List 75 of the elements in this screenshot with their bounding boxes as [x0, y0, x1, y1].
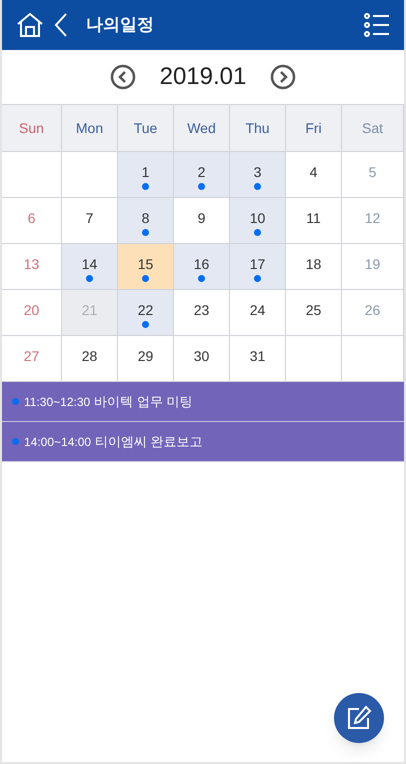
calendar-day[interactable]: 16	[174, 244, 230, 290]
calendar-day[interactable]: 22	[118, 290, 174, 336]
calendar-day[interactable]: 11	[286, 198, 342, 244]
day-number: 28	[82, 348, 98, 364]
calendar-day[interactable]: 25	[286, 290, 342, 336]
weekday-label: Sun	[2, 105, 62, 152]
day-number: 4	[310, 164, 318, 180]
calendar-day[interactable]: 24	[230, 290, 286, 336]
day-number: 14	[82, 256, 98, 272]
day-number: 31	[250, 348, 266, 364]
day-number: 15	[138, 256, 154, 272]
edit-button[interactable]	[334, 693, 384, 743]
weekday-label: Thu	[230, 105, 286, 152]
day-number: 27	[24, 348, 40, 364]
calendar-day[interactable]: 15	[118, 244, 174, 290]
day-number: 19	[364, 256, 380, 272]
home-icon[interactable]	[16, 12, 44, 38]
day-number: 29	[138, 348, 154, 364]
calendar-day[interactable]: 2	[174, 152, 230, 198]
event-time: 11:30~12:30	[24, 394, 90, 410]
day-number: 20	[24, 302, 40, 318]
previous-month-icon[interactable]	[110, 64, 136, 90]
month-label: 2019.01	[160, 62, 246, 92]
calendar-day[interactable]: 14	[62, 244, 118, 290]
calendar-day[interactable]: 3	[230, 152, 286, 198]
day-number: 13	[24, 256, 40, 272]
day-number: 16	[194, 256, 210, 272]
day-number: 7	[86, 210, 94, 226]
weekday-label: Wed	[174, 105, 230, 152]
day-number: 2	[198, 164, 206, 180]
calendar-day[interactable]: 10	[230, 198, 286, 244]
day-number: 1	[142, 164, 150, 180]
calendar-day[interactable]: 31	[230, 336, 286, 382]
day-number: 18	[306, 256, 322, 272]
day-number: 5	[368, 164, 376, 180]
calendar-day[interactable]: 30	[174, 336, 230, 382]
calendar-day[interactable]: 4	[286, 152, 342, 198]
back-icon[interactable]	[54, 12, 68, 38]
day-number: 17	[250, 256, 266, 272]
day-number: 21	[82, 302, 98, 318]
menu-icon[interactable]	[364, 13, 390, 37]
day-number: 26	[364, 302, 380, 318]
day-number: 12	[364, 210, 380, 226]
day-number: 8	[142, 210, 150, 226]
day-number: 10	[250, 210, 266, 226]
weekday-label: Fri	[286, 105, 342, 152]
weekday-label: Sat	[342, 105, 404, 152]
calendar-day[interactable]: 18	[286, 244, 342, 290]
event-item[interactable]: 14:00~14:00 티이엠씨 완료보고	[2, 422, 404, 462]
day-number: 11	[306, 210, 321, 226]
day-number: 25	[306, 302, 322, 318]
day-number: 30	[194, 348, 210, 364]
day-number: 9	[198, 210, 206, 226]
day-number: 3	[254, 164, 262, 180]
day-number: 23	[194, 302, 210, 318]
next-month-icon[interactable]	[270, 64, 296, 90]
calendar-day[interactable]: 28	[62, 336, 118, 382]
calendar-day[interactable]: 1	[118, 152, 174, 198]
day-number: 22	[138, 302, 154, 318]
event-item[interactable]: 11:30~12:30 바이텍 업무 미팅	[2, 382, 404, 422]
day-number: 24	[250, 302, 266, 318]
calendar-day[interactable]: 8	[118, 198, 174, 244]
calendar-day[interactable]: 9	[174, 198, 230, 244]
event-title: 바이텍 업무 미팅	[94, 392, 192, 411]
day-number: 6	[28, 210, 36, 226]
calendar-day[interactable]: 29	[118, 336, 174, 382]
calendar-day[interactable]: 7	[62, 198, 118, 244]
calendar-day[interactable]: 17	[230, 244, 286, 290]
weekday-label: Tue	[118, 105, 174, 152]
calendar-day[interactable]: 23	[174, 290, 230, 336]
page-title: 나의일정	[86, 14, 154, 36]
event-time: 14:00~14:00	[24, 434, 92, 450]
pencil-icon	[346, 705, 372, 731]
weekday-label: Mon	[62, 105, 118, 152]
event-title: 티이엠씨 완료보고	[95, 432, 203, 451]
